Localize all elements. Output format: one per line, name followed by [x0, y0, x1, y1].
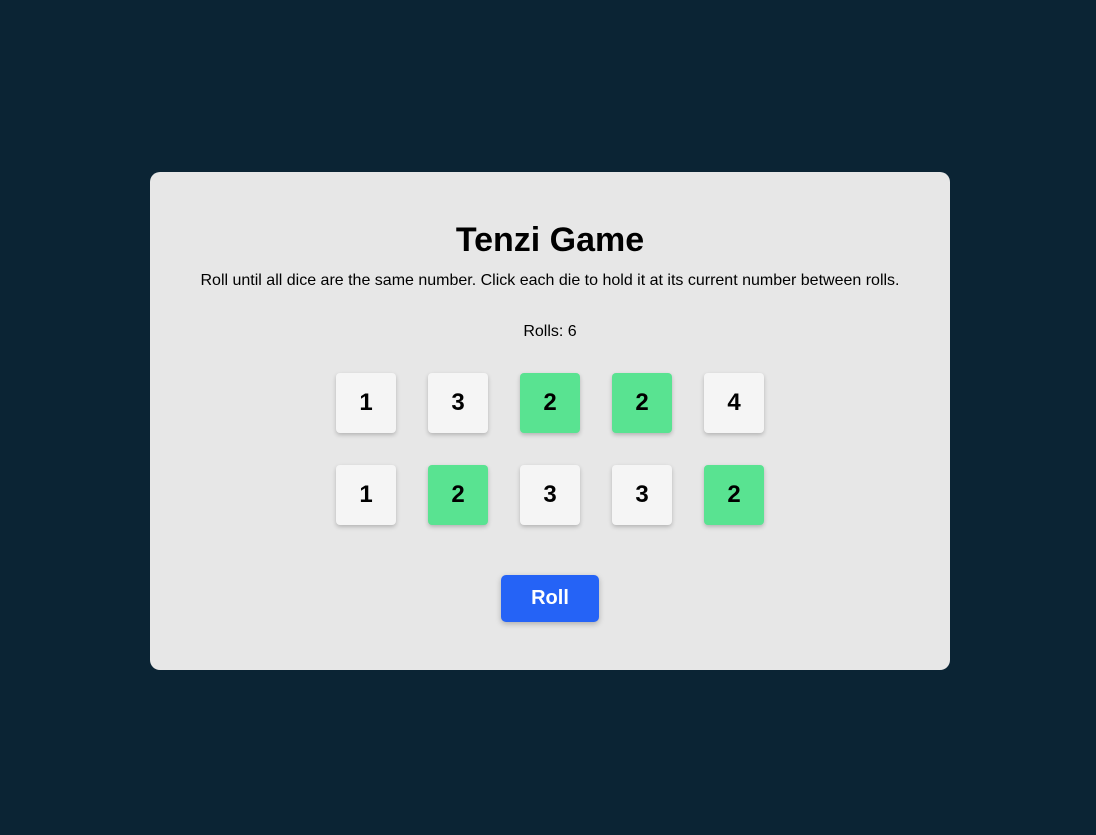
die-6[interactable]: 1 — [336, 465, 396, 525]
die-5[interactable]: 4 — [704, 373, 764, 433]
game-title: Tenzi Game — [455, 221, 645, 259]
die-1[interactable]: 1 — [336, 373, 396, 433]
die-8[interactable]: 3 — [520, 465, 580, 525]
roll-button[interactable]: Roll — [501, 575, 599, 622]
die-3[interactable]: 2 — [520, 373, 580, 433]
die-4[interactable]: 2 — [612, 373, 672, 433]
game-instructions: Roll until all dice are the same number.… — [200, 272, 900, 289]
die-2[interactable]: 3 — [428, 373, 488, 433]
rolls-counter: Rolls: 6 — [523, 323, 577, 340]
die-10[interactable]: 2 — [704, 465, 764, 525]
dice-grid: 1 3 2 2 4 1 2 3 3 2 — [336, 373, 764, 525]
game-card: Tenzi Game Roll until all dice are the s… — [150, 172, 950, 670]
die-7[interactable]: 2 — [428, 465, 488, 525]
die-9[interactable]: 3 — [612, 465, 672, 525]
